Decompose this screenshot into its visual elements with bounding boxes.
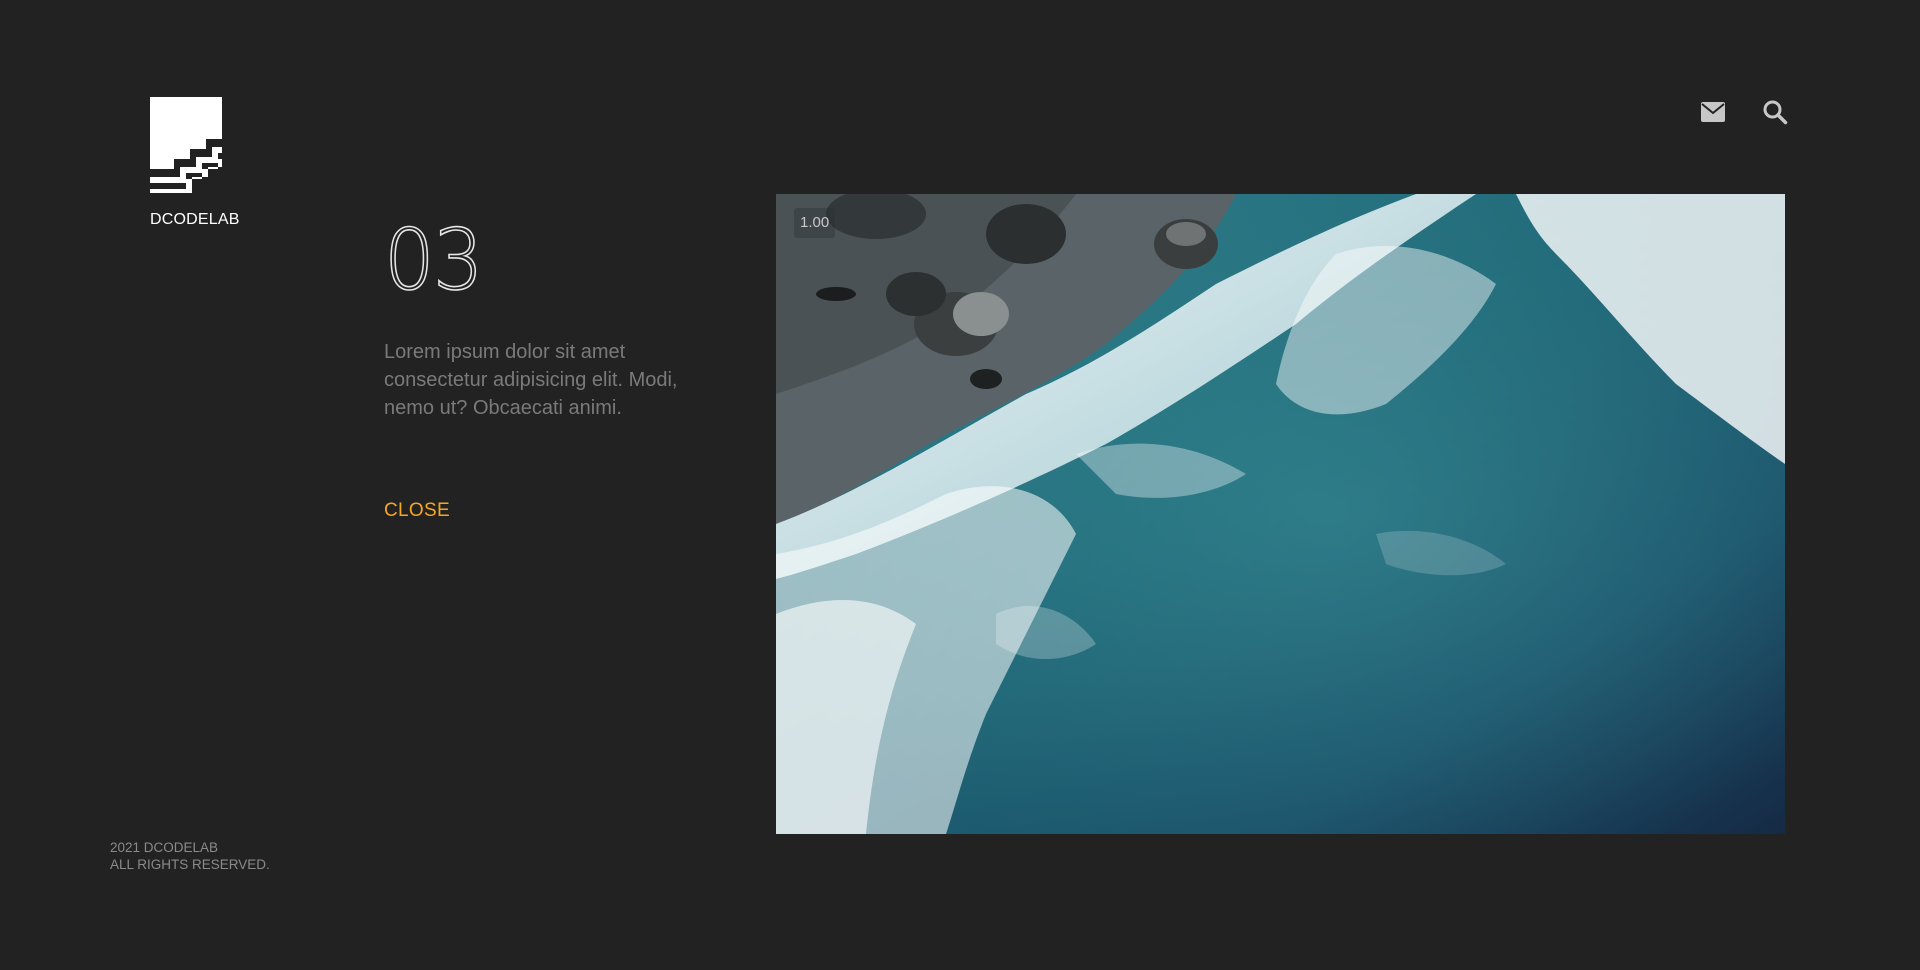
video-player[interactable]: 1.00	[776, 194, 1785, 834]
slide-description: Lorem ipsum dolor sit amet consectetur a…	[384, 341, 678, 419]
logo-mark	[150, 97, 222, 193]
ocean-waves-image	[776, 194, 1785, 834]
close-button[interactable]: CLOSE	[384, 500, 450, 522]
footer: 2021 DCODELAB ALL RIGHTS RESERVED.	[110, 839, 270, 873]
page: DCODELAB 03 Lorem ipsum dolor sit amet c…	[0, 0, 1920, 970]
rights-line: ALL RIGHTS RESERVED.	[110, 857, 270, 872]
envelope-icon[interactable]	[1700, 99, 1726, 125]
brand-name: DCODELAB	[150, 211, 240, 228]
search-icon[interactable]	[1762, 99, 1788, 125]
logo[interactable]: DCODELAB	[150, 97, 290, 229]
copyright-line: 2021 DCODELAB	[110, 840, 219, 855]
slide-info: 03 Lorem ipsum dolor sit amet consectetu…	[383, 210, 724, 522]
slide-number: 03	[383, 210, 484, 310]
playback-speed-badge[interactable]: 1.00	[794, 208, 836, 238]
header-actions	[1700, 99, 1788, 125]
